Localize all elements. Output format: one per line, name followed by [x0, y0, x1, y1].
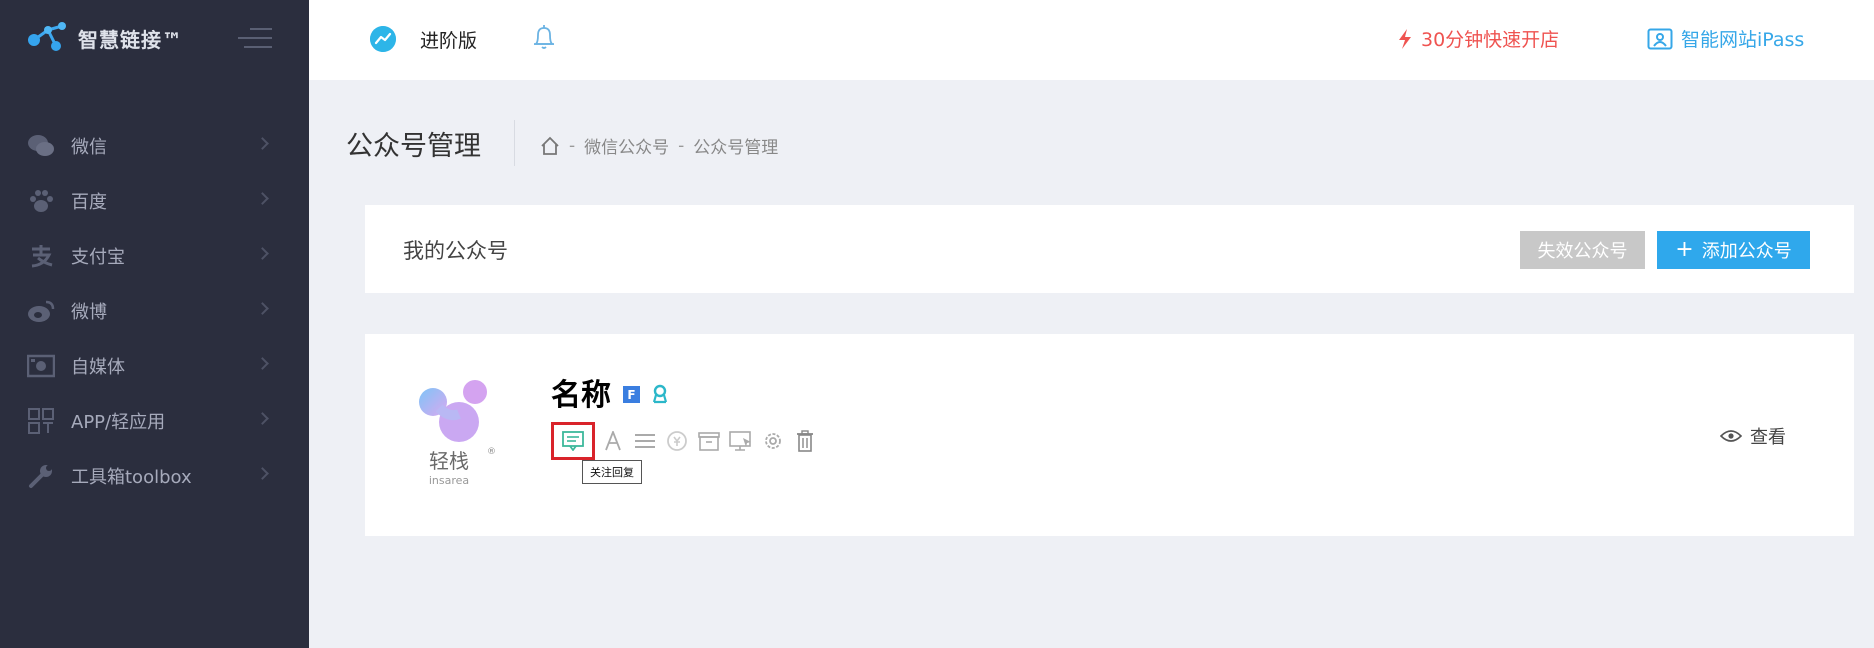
edition-label[interactable]: 进阶版 [420, 26, 477, 53]
add-account-label: 添加公众号 [1701, 241, 1792, 262]
app-grid-icon [26, 406, 56, 436]
tooltip-follow-reply: 关注回复 [582, 460, 642, 484]
sidebar-item-label: APP/轻应用 [71, 411, 166, 433]
ipass-link[interactable]: 智能网站iPass [1647, 25, 1804, 52]
view-label: 查看 [1750, 427, 1786, 448]
coin-icon [667, 431, 687, 451]
alipay-icon [26, 241, 56, 271]
account-logo: 轻栈 ® insarea [419, 380, 496, 487]
sidebar-item-alipay[interactable]: 支付宝 [0, 228, 309, 283]
sidebar-item-label: 支付宝 [71, 246, 125, 268]
breadcrumb-separator: - [569, 135, 576, 156]
sidebar: 智慧链接™ 微信 百度 支付宝 微博 自媒体 APP/轻应用 工具箱toolbo… [0, 0, 309, 648]
trash-icon [797, 430, 813, 452]
sidebar-item-baidu[interactable]: 百度 [0, 173, 309, 228]
view-account-link[interactable]: 查看 [1720, 423, 1786, 449]
wechat-icon [26, 131, 56, 161]
eye-icon [1720, 430, 1742, 442]
chevron-right-icon [256, 412, 269, 425]
preview-button[interactable] [725, 426, 757, 456]
sidebar-item-label: 自媒体 [71, 356, 125, 378]
quick-open-label: 30分钟快速开店 [1421, 29, 1560, 51]
bell-icon[interactable] [531, 22, 557, 52]
keyword-reply-button[interactable] [597, 426, 629, 456]
sidebar-item-media[interactable]: 自媒体 [0, 338, 309, 393]
quick-open-store-link[interactable]: 30分钟快速开店 [1397, 25, 1559, 52]
menu-toggle-icon[interactable] [238, 28, 272, 50]
brand-logo-icon [28, 22, 66, 51]
wrench-icon [26, 461, 56, 491]
delete-button[interactable] [789, 426, 821, 456]
add-account-button[interactable]: + 添加公众号 [1657, 231, 1810, 269]
settings-button[interactable] [757, 426, 789, 456]
sidebar-item-label: 微博 [71, 301, 107, 323]
brand[interactable]: 智慧链接™ [26, 20, 183, 56]
brand-name: 智慧链接™ [78, 27, 183, 52]
sidebar-menu: 微信 百度 支付宝 微博 自媒体 APP/轻应用 工具箱toolbox [0, 118, 309, 503]
chevron-right-icon [256, 302, 269, 315]
breadcrumb-item-current: 公众号管理 [693, 138, 779, 158]
text-a-icon [605, 431, 621, 451]
home-icon[interactable] [540, 136, 560, 156]
chevron-right-icon [256, 357, 269, 370]
archive-box-icon [698, 432, 720, 451]
my-accounts-header-card: 我的公众号 失效公众号 + 添加公众号 [365, 205, 1854, 293]
sidebar-item-label: 微信 [71, 136, 107, 158]
chevron-right-icon [256, 137, 269, 150]
media-icon [26, 351, 56, 381]
material-button[interactable] [693, 426, 725, 456]
plus-icon: + [1675, 237, 1694, 262]
sidebar-item-toolbox[interactable]: 工具箱toolbox [0, 448, 309, 503]
breadcrumb: - 微信公众号 - 公众号管理 [540, 133, 778, 158]
inactive-accounts-button[interactable]: 失效公众号 [1520, 231, 1645, 269]
chevron-right-icon [256, 467, 269, 480]
paw-icon [26, 186, 56, 216]
gear-icon [765, 433, 781, 449]
svg-text:®: ® [487, 447, 496, 457]
list-icon [635, 434, 655, 448]
account-tools [551, 422, 821, 460]
message-icon [562, 431, 584, 451]
chevron-right-icon [256, 247, 269, 260]
chevron-right-icon [256, 192, 269, 205]
edition-icon [370, 26, 396, 52]
account-card: 轻栈 ® insarea 名称 F 关注回复 查看 [365, 334, 1854, 536]
verified-f-badge: F [623, 386, 640, 403]
sidebar-item-label: 工具箱toolbox [71, 466, 192, 488]
page-title: 公众号管理 [346, 131, 481, 162]
sidebar-item-wechat[interactable]: 微信 [0, 118, 309, 173]
payment-button[interactable] [661, 426, 693, 456]
portrait-frame-icon [1647, 28, 1673, 49]
svg-text:insarea: insarea [429, 474, 469, 487]
menu-settings-button[interactable] [629, 426, 661, 456]
sidebar-item-label: 百度 [71, 191, 107, 213]
svg-text:轻栈: 轻栈 [429, 449, 469, 473]
monitor-icon [729, 431, 751, 451]
weibo-icon [26, 296, 56, 326]
breadcrumb-item-wechat[interactable]: 微信公众号 [584, 133, 669, 158]
top-bar: 进阶版 30分钟快速开店 智能网站iPass [309, 0, 1874, 80]
ipass-label: 智能网站iPass [1681, 29, 1805, 51]
breadcrumb-separator: - [678, 135, 685, 156]
title-divider [514, 120, 515, 166]
sidebar-item-app[interactable]: APP/轻应用 [0, 393, 309, 448]
lightning-icon [1399, 28, 1411, 49]
certified-ribbon-icon [652, 384, 668, 404]
my-accounts-title: 我的公众号 [403, 239, 508, 263]
account-name: 名称 [551, 378, 611, 413]
follow-reply-button[interactable] [551, 422, 595, 460]
sidebar-item-weibo[interactable]: 微博 [0, 283, 309, 338]
